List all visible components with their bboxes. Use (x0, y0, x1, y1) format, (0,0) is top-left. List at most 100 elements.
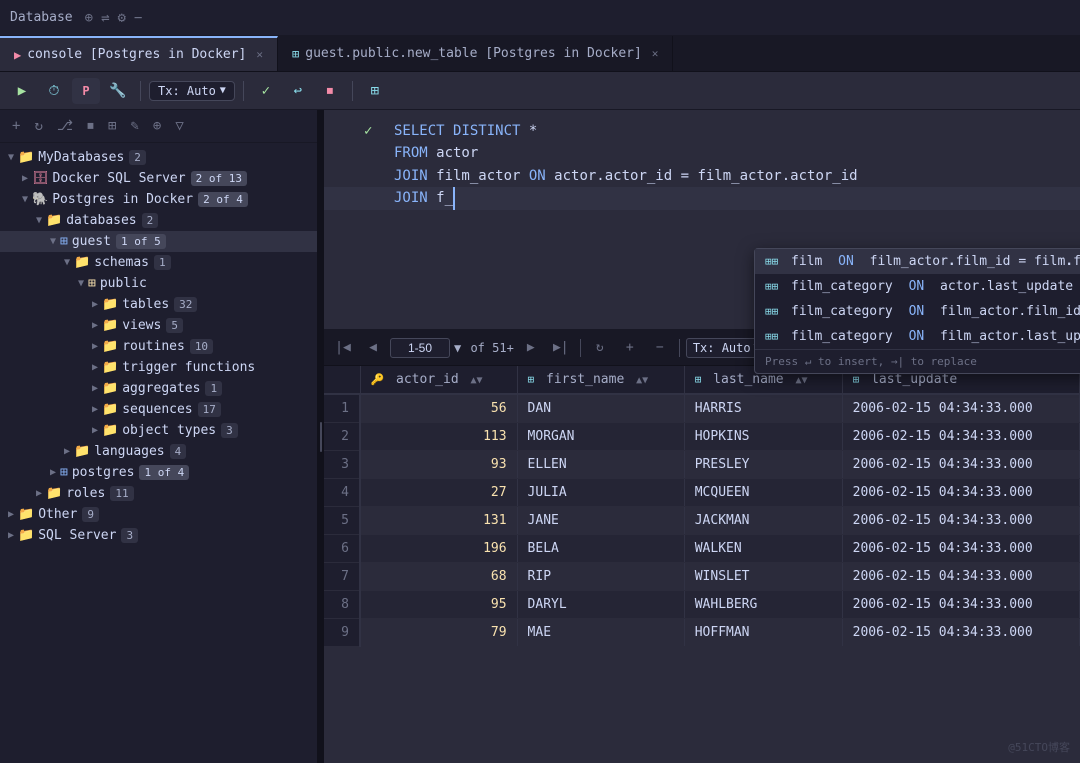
actor-id-sort-icon[interactable]: ▲▼ (470, 375, 482, 386)
refresh-button[interactable]: ↻ (587, 336, 613, 360)
data-table-container[interactable]: 🔑 actor_id ▲▼ ⊞ first_name ▲▼ ⊞ last_nam… (324, 366, 1080, 763)
remove-row-button[interactable]: − (647, 336, 673, 360)
tree-other[interactable]: ▶ 📁 Other 9 (0, 504, 317, 525)
tree-routines[interactable]: ▶ 📁 routines 10 (0, 336, 317, 357)
autocomplete-item-0[interactable]: ⊞⊞ film ON film_actor.film_id = film.fil… (755, 249, 1080, 274)
table-row[interactable]: 3 93 ELLEN PRESLEY 2006-02-15 04:34:33.0… (324, 451, 1080, 479)
tree-sql-server[interactable]: ▶ 📁 SQL Server 3 (0, 525, 317, 546)
table-tab-close[interactable]: ✕ (652, 47, 659, 60)
docker-sql-badge: 2 of 13 (191, 171, 247, 186)
last-page-button[interactable]: ▶| (548, 336, 574, 360)
mydatabases-arrow: ▼ (4, 152, 18, 163)
duplicate-icon[interactable]: ⊕ (149, 116, 165, 136)
undo-button[interactable]: ↩ (284, 78, 312, 104)
col-actor-id[interactable]: 🔑 actor_id ▲▼ (360, 366, 517, 394)
filter-icon[interactable]: ▽ (171, 116, 187, 136)
routines-label: routines (122, 339, 185, 354)
tree-public[interactable]: ▼ ⊞ public (0, 273, 317, 294)
table-row[interactable]: 2 113 MORGAN HOPKINS 2006-02-15 04:34:33… (324, 423, 1080, 451)
tree-mydatabases[interactable]: ▼ 📁 MyDatabases 2 (0, 147, 317, 168)
console-tab-close[interactable]: ✕ (256, 48, 263, 61)
table-row[interactable]: 8 95 DARYL WAHLBERG 2006-02-15 04:34:33.… (324, 591, 1080, 619)
autocomplete-dropdown[interactable]: ⊞⊞ film ON film_actor.film_id = film.fil… (754, 248, 1080, 374)
explain-button[interactable]: P (72, 78, 100, 104)
last-name-sort-icon[interactable]: ▲▼ (795, 375, 807, 386)
docker-sql-arrow: ▶ (18, 173, 32, 184)
table-row[interactable]: 1 56 DAN HARRIS 2006-02-15 04:34:33.000 (324, 394, 1080, 423)
col-first-name[interactable]: ⊞ first_name ▲▼ (517, 366, 684, 394)
history-button[interactable]: ⏱ (40, 78, 68, 104)
docker-sql-label: Docker SQL Server (53, 171, 186, 186)
other-label: Other (38, 507, 77, 522)
object-types-arrow: ▶ (88, 425, 102, 436)
watermark: @51CTO博客 (1008, 739, 1070, 755)
tab-table[interactable]: ⊞ guest.public.new_table [Postgres in Do… (278, 36, 673, 71)
line-numbers (324, 110, 360, 130)
tree-postgres-docker[interactable]: ▼ 🐘 Postgres in Docker 2 of 4 (0, 189, 317, 210)
prev-page-button[interactable]: ◀ (360, 336, 386, 360)
public-arrow: ▼ (74, 278, 88, 289)
guest-label: guest (72, 234, 111, 249)
branch-icon[interactable]: ⎇ (53, 116, 77, 136)
tree-sequences[interactable]: ▶ 📁 sequences 17 (0, 399, 317, 420)
split-icon[interactable]: ⇌ (101, 10, 109, 26)
tab-console[interactable]: ▶ console [Postgres in Docker] ✕ (0, 36, 278, 71)
tables-folder-icon: 📁 (102, 297, 118, 312)
tx-dropdown[interactable]: Tx: Auto ▼ (149, 81, 235, 101)
check-button[interactable]: ✓ (252, 78, 280, 104)
page-dropdown-icon[interactable]: ▼ (454, 341, 461, 355)
roles-folder-icon: 📁 (46, 486, 62, 501)
next-page-button[interactable]: ▶ (518, 336, 544, 360)
tree-aggregates[interactable]: ▶ 📁 aggregates 1 (0, 378, 317, 399)
tree-languages[interactable]: ▶ 📁 languages 4 (0, 441, 317, 462)
object-types-label: object types (122, 423, 216, 438)
tree-docker-sql[interactable]: ▶ 🗄 Docker SQL Server 2 of 13 (0, 168, 317, 189)
autocomplete-item-2[interactable]: ⊞⊞ film_category ON film_actor.film_id =… (755, 299, 1080, 324)
first-name-sort-icon[interactable]: ▲▼ (636, 375, 648, 386)
table-row[interactable]: 5 131 JANE JACKMAN 2006-02-15 04:34:33.0… (324, 507, 1080, 535)
tree-databases[interactable]: ▼ 📁 databases 2 (0, 210, 317, 231)
table-row[interactable]: 4 27 JULIA MCQUEEN 2006-02-15 04:34:33.0… (324, 479, 1080, 507)
first-page-button[interactable]: |◀ (330, 336, 356, 360)
gear-icon[interactable]: ⚙ (118, 10, 126, 26)
table-row[interactable]: 9 79 MAE HOFFMAN 2006-02-15 04:34:33.000 (324, 619, 1080, 647)
tree-roles[interactable]: ▶ 📁 roles 11 (0, 483, 317, 504)
add-row-button[interactable]: + (617, 336, 643, 360)
public-schema-icon: ⊞ (88, 276, 96, 291)
autocomplete-item-3[interactable]: ⊞⊞ film_category ON film_actor.last_upda… (755, 324, 1080, 349)
minus-icon[interactable]: − (134, 10, 142, 26)
cell-actor-id: 68 (360, 563, 517, 591)
tree-object-types[interactable]: ▶ 📁 object types 3 (0, 420, 317, 441)
cell-last-name: WALKEN (684, 535, 842, 563)
autocomplete-item-1[interactable]: ⊞⊞ film_category ON actor.last_update = … (755, 274, 1080, 299)
run-button[interactable]: ▶ (8, 78, 36, 104)
cell-actor-id: 196 (360, 535, 517, 563)
tree-guest[interactable]: ▼ ⊞ guest 1 of 5 (0, 231, 317, 252)
grid-sidebar-icon[interactable]: ⊞ (104, 116, 120, 136)
tree-views[interactable]: ▶ 📁 views 5 (0, 315, 317, 336)
ac-rest-1: actor.last_update = film_category.last_.… (932, 279, 1080, 294)
tree-schemas[interactable]: ▼ 📁 schemas 1 (0, 252, 317, 273)
actor-id-key-icon: 🔑 (371, 373, 385, 386)
globe-icon[interactable]: ⊕ (85, 10, 93, 26)
routines-folder-icon: 📁 (102, 339, 118, 354)
page-input[interactable] (390, 338, 450, 358)
postgres-arrow: ▼ (18, 194, 32, 205)
wrench-button[interactable]: 🔧 (104, 78, 132, 104)
stop-button[interactable]: ⏹ (316, 78, 344, 104)
grid-button[interactable]: ⊞ (361, 78, 389, 104)
table-row[interactable]: 6 196 BELA WALKEN 2006-02-15 04:34:33.00… (324, 535, 1080, 563)
edit-icon[interactable]: ✎ (126, 116, 142, 136)
stop-sidebar-icon[interactable]: ⏹ (83, 116, 98, 136)
tree-postgres-db[interactable]: ▶ ⊞ postgres 1 of 4 (0, 462, 317, 483)
sql-editor[interactable]: ✓ SELECT DISTINCT * FROM actor JOIN film… (324, 110, 1080, 330)
cell-rownum: 5 (324, 507, 360, 535)
add-icon[interactable]: + (8, 116, 24, 136)
ac-icon-0: ⊞⊞ (765, 255, 783, 268)
tree-tables[interactable]: ▶ 📁 tables 32 (0, 294, 317, 315)
refresh-icon[interactable]: ↻ (30, 116, 46, 136)
cell-first-name: JULIA (517, 479, 684, 507)
table-row[interactable]: 7 68 RIP WINSLET 2006-02-15 04:34:33.000 (324, 563, 1080, 591)
postgres-db-arrow: ▶ (46, 467, 60, 478)
tree-trigger-functions[interactable]: ▶ 📁 trigger functions (0, 357, 317, 378)
